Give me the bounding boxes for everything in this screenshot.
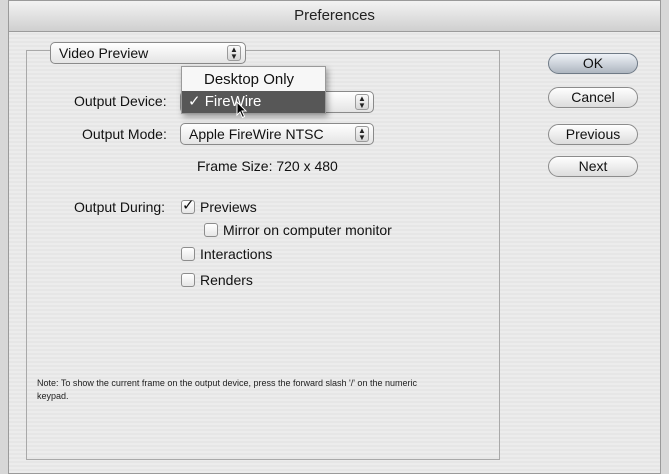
section-popup[interactable]: Video Preview ▲ ▼ — [50, 42, 246, 64]
cancel-button[interactable]: Cancel — [548, 87, 638, 108]
mirror-checkbox[interactable] — [204, 223, 218, 237]
menu-item-firewire[interactable]: ✓ FireWire — [182, 91, 325, 113]
menu-item-desktop-only[interactable]: Desktop Only — [182, 69, 325, 91]
output-mode-popup[interactable]: Apple FireWire NTSC ▲ ▼ — [180, 123, 374, 145]
chevron-updown-icon: ▲ ▼ — [355, 94, 369, 110]
previous-button[interactable]: Previous — [548, 124, 638, 145]
frame-size-text: Frame Size: 720 x 480 — [197, 158, 338, 174]
renders-checkbox[interactable] — [181, 273, 195, 287]
chevron-updown-icon: ▲ ▼ — [227, 45, 241, 61]
output-mode-label: Output Mode: — [82, 126, 167, 142]
window-title: Preferences — [9, 1, 660, 32]
cursor-arrow-icon — [236, 101, 248, 119]
checkmark-icon: ✓ — [182, 197, 195, 214]
mirror-label: Mirror on computer monitor — [223, 222, 392, 238]
previews-checkbox[interactable]: ✓ — [181, 197, 195, 214]
output-mode-value: Apple FireWire NTSC — [189, 126, 324, 142]
note-text: Note: To show the current frame on the o… — [37, 378, 417, 401]
next-button[interactable]: Next — [548, 156, 638, 177]
output-device-menu: Desktop Only ✓ FireWire — [181, 66, 326, 114]
chevron-updown-icon: ▲ ▼ — [355, 126, 369, 142]
interactions-label: Interactions — [200, 246, 273, 262]
previews-label: Previews — [200, 199, 257, 215]
output-device-label: Output Device: — [74, 93, 167, 109]
section-popup-value: Video Preview — [59, 45, 149, 61]
output-during-label: Output During: — [74, 199, 166, 215]
renders-label: Renders — [200, 272, 253, 288]
interactions-checkbox[interactable] — [181, 247, 195, 261]
ok-button[interactable]: OK — [548, 53, 638, 74]
